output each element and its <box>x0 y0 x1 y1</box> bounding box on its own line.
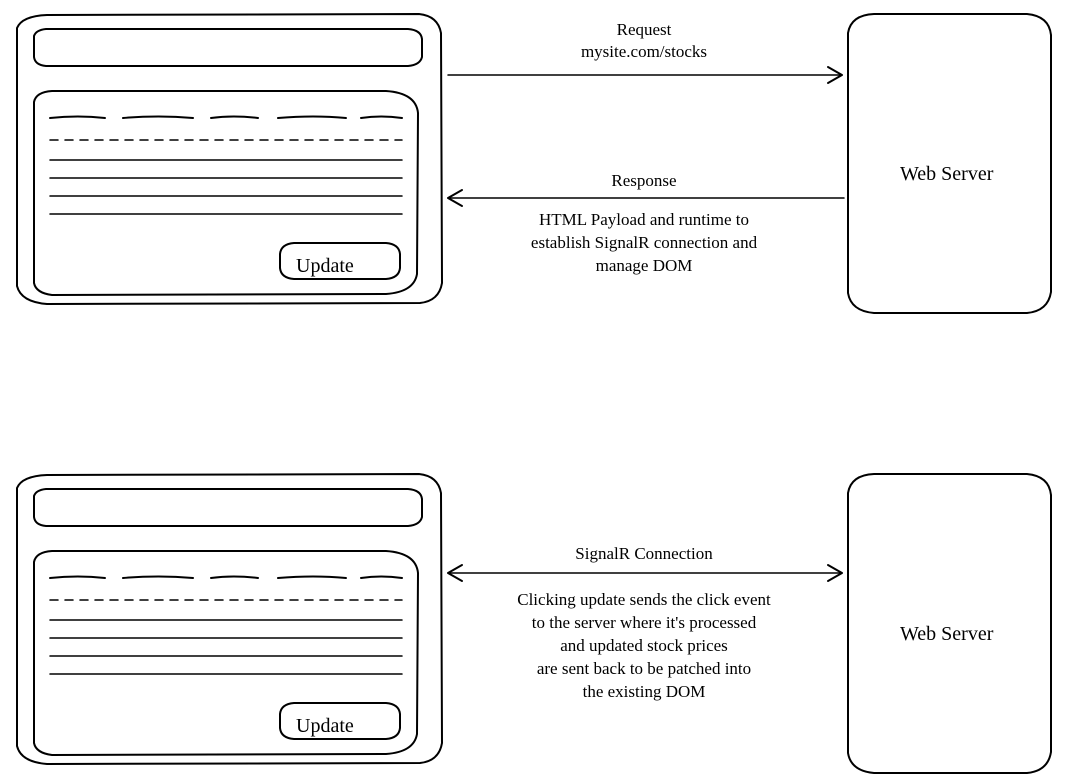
response-label: Response <box>611 171 676 190</box>
signalr-desc-5: the existing DOM <box>583 682 706 701</box>
signalr-desc-4: are sent back to be patched into <box>537 659 751 678</box>
update-button-top[interactable]: Update <box>280 243 400 279</box>
dashed-heading-top <box>50 117 402 119</box>
update-button-label: Update <box>296 255 354 277</box>
response-desc-3: manage DOM <box>596 256 693 275</box>
response-desc-2: establish SignalR connection and <box>531 233 758 252</box>
signalr-arrow: SignalR Connection Clicking update sends… <box>448 544 842 701</box>
text-lines-top <box>50 160 402 214</box>
content-card-bottom <box>34 551 418 755</box>
web-server-bottom: Web Server <box>848 474 1051 773</box>
signalr-desc-2: to the server where it's processed <box>532 613 757 632</box>
signalr-label: SignalR Connection <box>575 544 713 563</box>
update-button-label: Update <box>296 715 354 737</box>
web-server-top: Web Server <box>848 14 1051 313</box>
address-bar-bottom <box>34 489 422 526</box>
signalr-desc-1: Clicking update sends the click event <box>517 590 771 609</box>
address-bar-top <box>34 29 422 66</box>
content-card-top <box>34 91 418 295</box>
dashed-heading-bottom <box>50 577 402 579</box>
request-arrow-top: Request mysite.com/stocks <box>448 20 842 83</box>
response-desc-1: HTML Payload and runtime to <box>539 210 749 229</box>
web-server-label: Web Server <box>900 623 994 645</box>
signalr-desc-3: and updated stock prices <box>560 636 728 655</box>
response-arrow-top: Response HTML Payload and runtime to est… <box>448 171 844 275</box>
browser-window-top: Update <box>17 14 442 304</box>
web-server-label: Web Server <box>900 163 994 185</box>
update-button-bottom[interactable]: Update <box>280 703 400 739</box>
request-url: mysite.com/stocks <box>581 42 707 61</box>
browser-window-bottom: Update <box>17 474 442 764</box>
text-lines-bottom <box>50 620 402 674</box>
request-label: Request <box>617 20 672 39</box>
